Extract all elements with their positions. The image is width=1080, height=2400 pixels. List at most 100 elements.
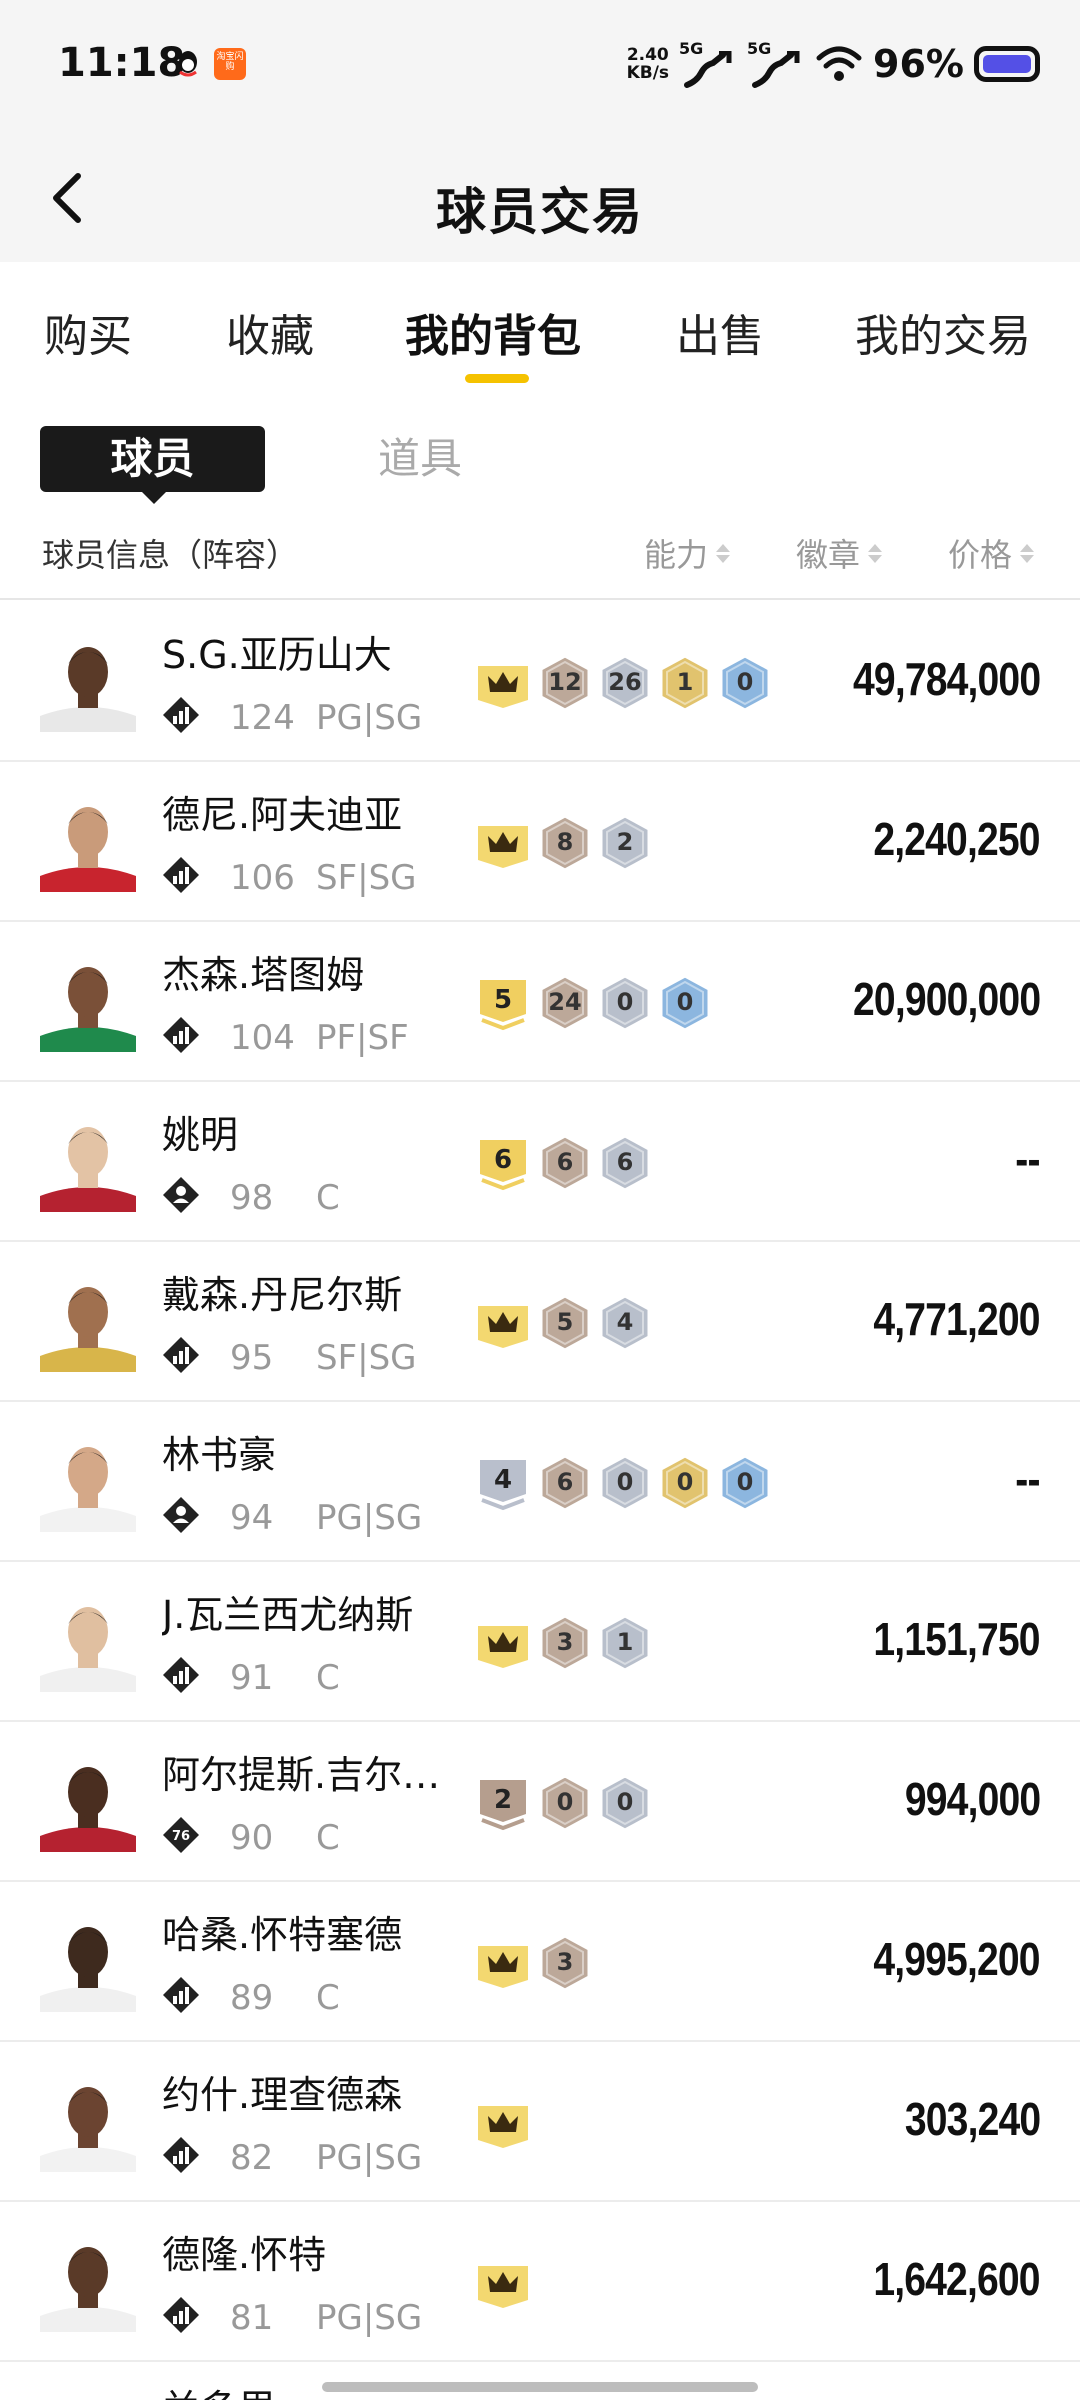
crown-tier-icon [474,654,532,712]
stats-icon [162,856,200,894]
column-header: 球员信息（阵容） 能力 徽章 价格 [0,520,1080,600]
player-list: S.G.亚历山大 124 PG|SG 12 26 1 0 49,784,000 德尼.阿夫迪亚 1… [0,602,1080,2362]
badge-group: 82 [474,814,652,872]
76-icon: 76 [162,1816,200,1854]
player-position: C [316,1658,340,1698]
battery-percent: 96% [873,42,964,86]
player-position: PG|SG [316,1498,423,1538]
taobao-flash-icon: 淘宝闪购 [214,48,246,80]
player-ability: 94 [230,1498,274,1538]
column-player-info: 球员信息（阵容） [42,536,299,574]
app-header: 球员交易 [0,130,1080,262]
silver-badge: 0 [598,1774,652,1832]
tier-level: 6 [493,1145,513,1175]
sort-icon [868,543,883,563]
status-time: 11:18 [58,40,186,86]
sort-badge[interactable]: 徽章 [796,530,883,576]
player-price: 1,642,600 [873,2253,1041,2305]
player-row[interactable]: 杰森.塔图姆 104 PF|SF 5 24 0 0 20,900,000 [0,922,1080,1082]
person-icon [162,1176,200,1214]
stats-icon [162,1976,200,2014]
main-tabs: 购买 收藏 我的背包 出售 我的交易 [0,262,1080,392]
player-price: 4,771,200 [873,1293,1041,1345]
player-row[interactable]: 德尼.阿夫迪亚 106 SF|SG 8 2 2,240,250 [0,762,1080,922]
player-avatar [40,1272,136,1372]
tab-sell[interactable]: 出售 [676,300,764,364]
player-price: -- [1015,1453,1041,1505]
player-avatar [40,792,136,892]
partial-row-name: 兰多里 [162,2378,276,2400]
badge-group: 200 [474,1774,652,1832]
player-row[interactable]: 哈桑.怀特塞德 89 C 3 4,995,200 [0,1882,1080,2042]
player-position: SF|SG [316,858,417,898]
crown-tier-icon [474,2254,532,2312]
crown-tier-icon [474,2094,532,2152]
sort-price[interactable]: 价格 [948,530,1035,576]
silver-badge: 2 [598,814,652,872]
blue-badge: 0 [658,974,712,1032]
tier-level: 5 [493,985,513,1015]
tier-badge: 6 [474,1134,532,1192]
bronze-badge: 12 [538,654,592,712]
badge-group: 5 24 0 0 [474,974,712,1032]
gold-badge: 1 [658,654,712,712]
player-row[interactable]: 姚明 98 C 6 6 6 -- [0,1082,1080,1242]
player-row[interactable]: S.G.亚历山大 124 PG|SG 12 26 1 0 49,784,000 [0,602,1080,762]
sort-icon [716,543,731,563]
player-ability: 124 [230,698,295,738]
player-row[interactable]: J.瓦兰西尤纳斯 91 C 3 1 1,151,750 [0,1562,1080,1722]
player-avatar [40,2232,136,2332]
player-name: 杰森.塔图姆 [162,953,365,997]
player-row[interactable]: 林书豪 94 PG|SG 4 6 0 0 0 -- [0,1402,1080,1562]
tab-buy[interactable]: 购买 [44,300,132,364]
silver-badge: 26 [598,654,652,712]
player-name: 约什.理查德森 [162,2073,403,2117]
player-avatar [40,1432,136,1532]
player-position: PG|SG [316,2298,423,2338]
player-price: 4,995,200 [873,1933,1041,1985]
player-row[interactable]: 德隆.怀特 81 PG|SG 1,642,600 [0,2202,1080,2362]
page-title: 球员交易 [436,183,644,241]
player-ability: 104 [230,1018,295,1058]
silver-badge: 4 [598,1294,652,1352]
player-ability: 106 [230,858,295,898]
subtab-players[interactable]: 球员 [40,426,265,504]
player-name: 戴森.丹尼尔斯 [162,1273,403,1317]
player-position: C [316,1178,340,1218]
tab-my-trades[interactable]: 我的交易 [855,300,1031,364]
player-ability: 98 [230,1178,274,1218]
sort-ability[interactable]: 能力 [644,530,731,576]
home-indicator[interactable] [322,2382,758,2392]
tier-badge: 2 [474,1774,532,1832]
bronze-badge: 3 [538,1934,592,1992]
player-ability: 82 [230,2138,274,2178]
qq-icon [172,48,204,80]
player-row[interactable]: 约什.理查德森 82 PG|SG 303,240 [0,2042,1080,2202]
stats-icon [162,1016,200,1054]
tab-my-backpack[interactable]: 我的背包 [405,300,581,364]
player-ability: 81 [230,2298,274,2338]
crown-tier-icon [474,1294,532,1352]
tab-favorites[interactable]: 收藏 [226,300,314,364]
player-row[interactable]: 阿尔提斯.吉尔… 76 90 C 2 0 0 994,000 [0,1722,1080,1882]
player-position: C [316,1818,340,1858]
bronze-badge: 3 [538,1614,592,1672]
player-price: 49,784,000 [852,653,1041,705]
signal-icon: 5G [747,39,805,89]
player-price: 2,240,250 [873,813,1041,865]
player-name: J.瓦兰西尤纳斯 [162,1593,414,1637]
badge-group: 31 [474,1614,652,1672]
tier-badge: 5 [474,974,532,1032]
tier-level: 4 [493,1465,513,1495]
player-name: 林书豪 [162,1433,277,1477]
badge-group: 54 [474,1294,652,1352]
svg-text:76: 76 [172,1829,190,1844]
player-avatar [40,1592,136,1692]
silver-badge: 6 [598,1134,652,1192]
silver-badge: 0 [598,974,652,1032]
player-row[interactable]: 戴森.丹尼尔斯 95 SF|SG 5 4 4,771,200 [0,1242,1080,1402]
badge-group [474,2254,532,2312]
status-bar: 11:18 淘宝闪购 2.40 KB/s 5G 5G 96% [0,0,1080,130]
subtab-items[interactable]: 道具 [378,426,462,492]
silver-badge: 1 [598,1614,652,1672]
